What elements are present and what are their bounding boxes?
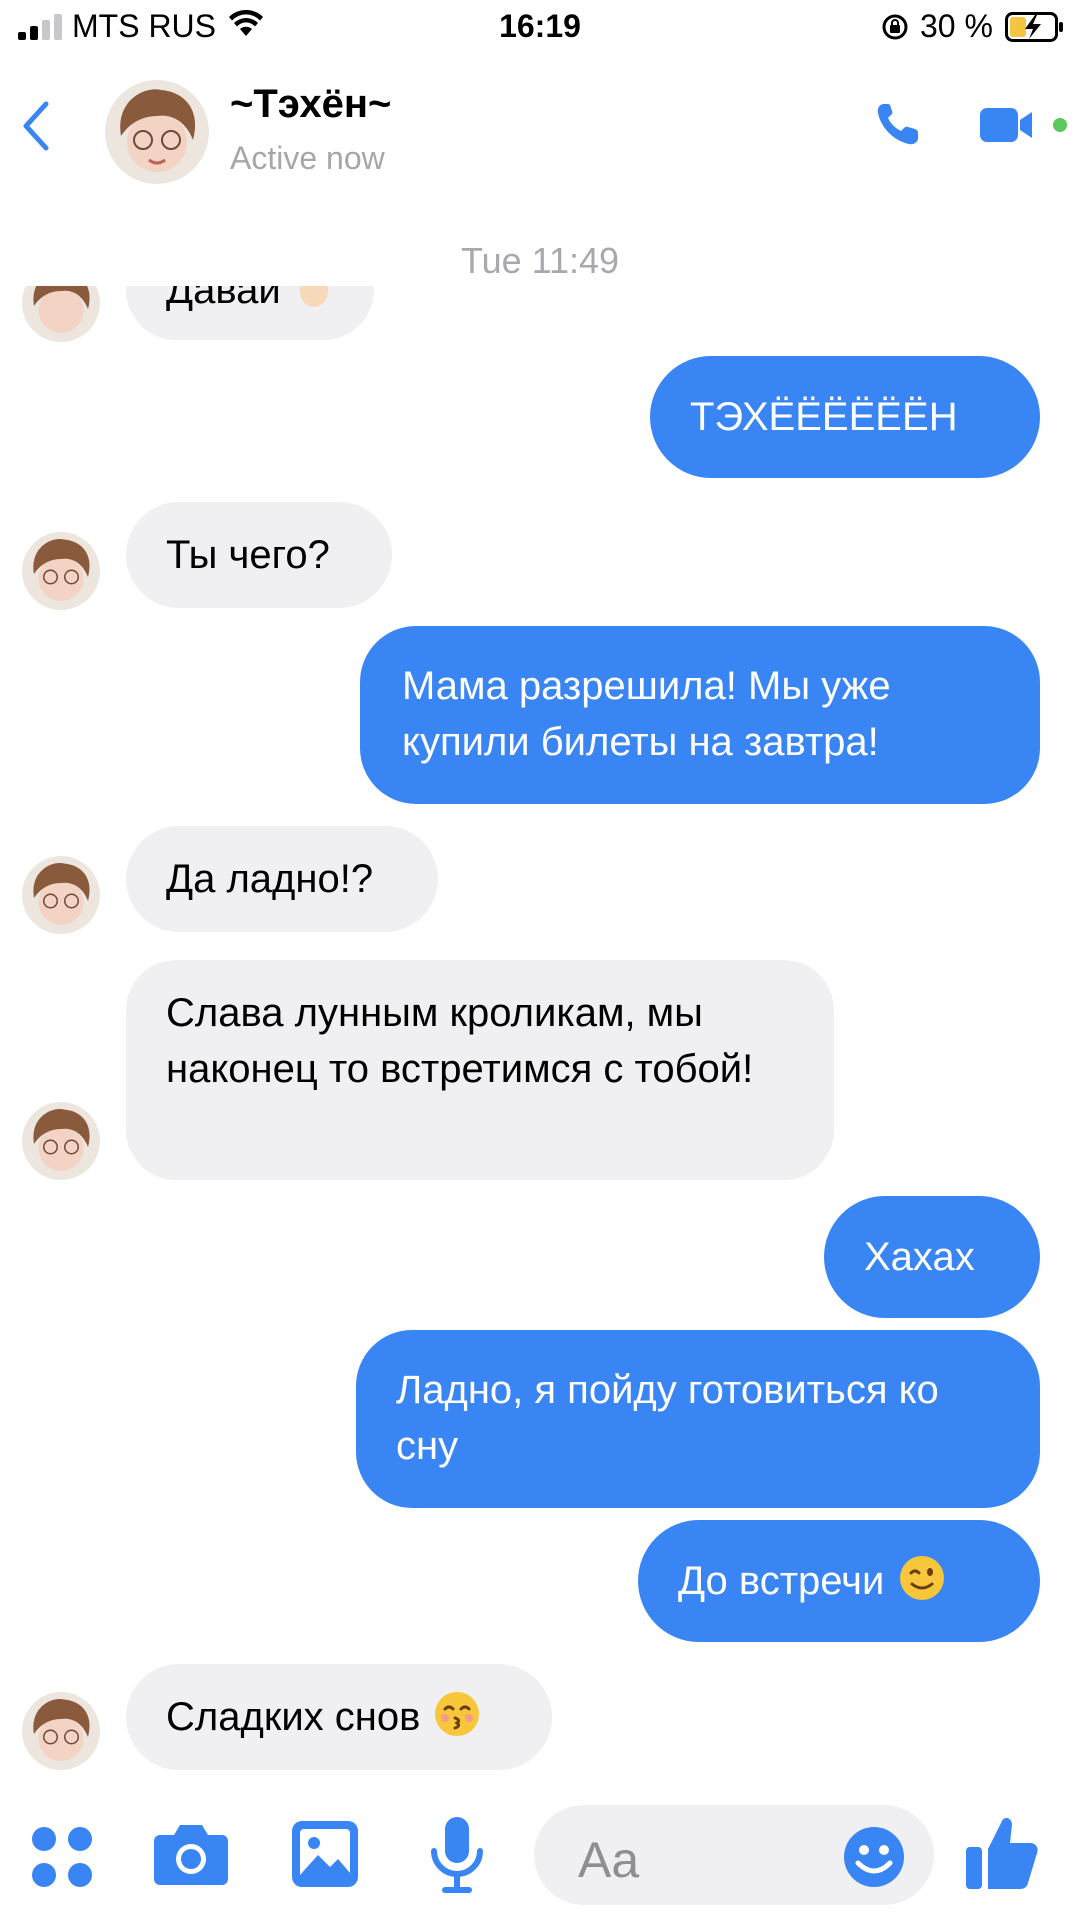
wink-emoji	[899, 1556, 944, 1600]
message-bubble-incoming[interactable]: Да ладно!?	[126, 826, 438, 932]
message-text: Сладких снов	[166, 1695, 421, 1739]
avatar	[22, 1692, 100, 1770]
back-icon[interactable]	[20, 100, 50, 152]
date-separator: Tue 11:49	[460, 240, 620, 281]
gallery-icon[interactable]	[290, 1819, 360, 1889]
message-input[interactable]: Aa	[534, 1805, 934, 1905]
message-bubble-outgoing[interactable]: ТЭХЁЁЁЁЁЁН	[650, 356, 1040, 478]
message-bubble-incoming[interactable]: Давай	[126, 286, 374, 340]
avatar	[22, 856, 100, 934]
message-text: Ладно, я пойду готовиться ко сну	[396, 1368, 939, 1468]
avatar	[22, 286, 100, 342]
chat-header: ~Тэхён~ Active now	[0, 70, 1080, 200]
message-bubble-incoming[interactable]: Слава лунным кроликам, мы наконец то вст…	[126, 960, 834, 1180]
avatar	[22, 532, 100, 610]
camera-icon[interactable]	[152, 1821, 230, 1887]
message-text: Мама разрешила! Мы уже купили билеты на …	[402, 664, 891, 764]
video-call-icon[interactable]	[980, 106, 1070, 146]
composer-bar: Aa	[0, 1795, 1080, 1920]
message-bubble-outgoing[interactable]: Мама разрешила! Мы уже купили билеты на …	[360, 626, 1040, 804]
avatar	[22, 1102, 100, 1180]
active-status: Active now	[230, 140, 385, 176]
message-text: Слава лунным кроликам, мы наконец то вст…	[166, 991, 754, 1091]
message-bubble-outgoing[interactable]: До встречи	[638, 1520, 1040, 1642]
message-input-placeholder: Aa	[578, 1832, 640, 1888]
message-bubble-incoming[interactable]: Ты чего?	[126, 502, 392, 608]
battery-percent: 30 %	[920, 8, 993, 44]
message-text: Да ладно!?	[166, 857, 374, 901]
clock: 16:19	[499, 8, 581, 44]
message-text: ТЭХЁЁЁЁЁЁН	[690, 395, 958, 439]
message-bubble-incoming[interactable]: Сладких снов	[126, 1664, 552, 1770]
status-bar: MTS RUS 16:19 30 %	[0, 0, 1080, 60]
rotation-lock-icon	[882, 14, 908, 40]
message-text: До встречи	[678, 1559, 885, 1603]
message-bubble-outgoing[interactable]: Ладно, я пойду готовиться ко сну	[356, 1330, 1040, 1508]
contact-name[interactable]: ~Тэхён~	[230, 82, 391, 127]
message-text: Ты чего?	[166, 533, 330, 577]
kiss-emoji	[435, 1692, 480, 1736]
apps-icon[interactable]	[30, 1825, 94, 1889]
message-text: Давай	[166, 286, 281, 312]
contact-avatar[interactable]	[105, 80, 209, 184]
message-bubble-outgoing[interactable]: Хахах	[824, 1196, 1040, 1318]
phone-call-icon[interactable]	[874, 100, 922, 148]
microphone-icon[interactable]	[428, 1815, 486, 1897]
message-text: Хахах	[864, 1235, 975, 1279]
battery-charging-icon	[1005, 12, 1063, 42]
emoji-icon[interactable]	[842, 1825, 906, 1889]
hand-emoji	[299, 286, 328, 307]
thumbs-up-icon[interactable]	[964, 1813, 1040, 1893]
scroll-clip: Давай	[0, 286, 1080, 346]
